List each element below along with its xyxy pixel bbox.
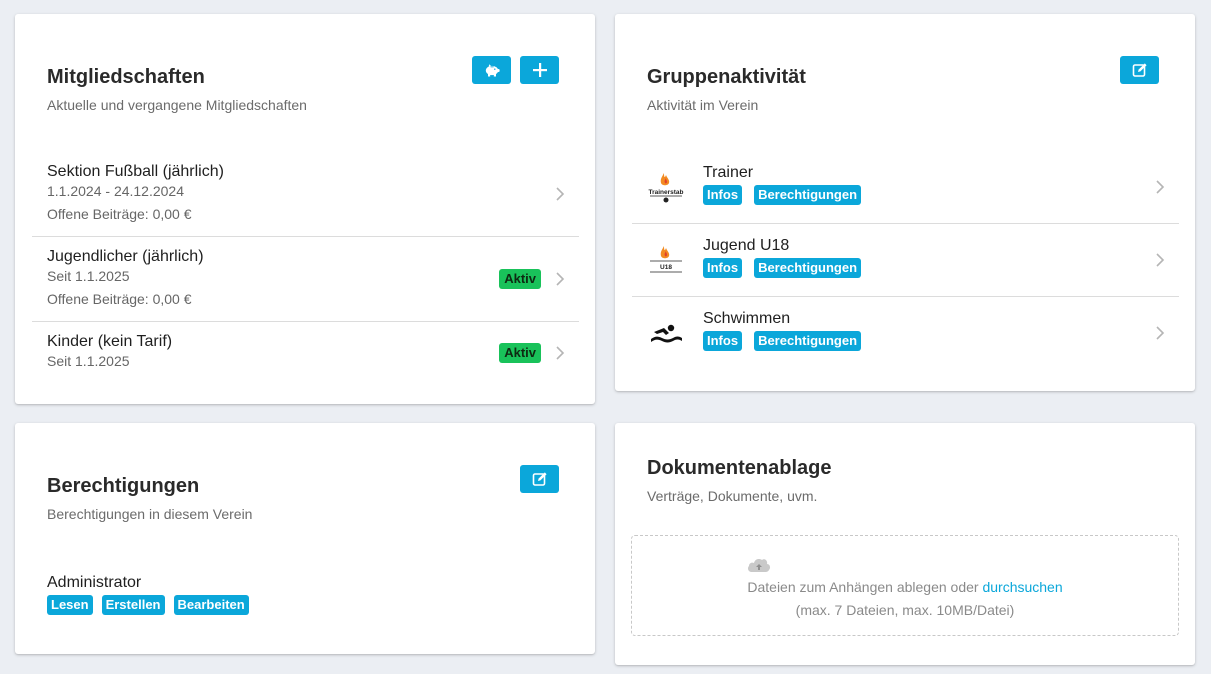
- u18-logo: U18: [647, 242, 685, 278]
- piggy-bank-icon: [484, 63, 500, 77]
- documents-subtitle: Verträge, Dokumente, uvm.: [647, 488, 818, 504]
- dropzone-limits: (max. 7 Dateien, max. 10MB/Datei): [795, 602, 1015, 618]
- permissions-title: Berechtigungen: [47, 475, 200, 497]
- permission-tags: Lesen Erstellen Bearbeiten: [47, 595, 249, 615]
- group-tags: Infos Berechtigungen: [703, 185, 862, 205]
- membership-row[interactable]: Sektion Fußball (jährlich) 1.1.2024 - 24…: [32, 151, 579, 237]
- swimmer-icon: [647, 315, 685, 351]
- edit-icon: [532, 471, 548, 487]
- permissions-card: Berechtigungen Berechtigungen in diesem …: [15, 423, 595, 654]
- group-row[interactable]: Schwimmen Infos Berechtigungen: [632, 297, 1179, 370]
- add-membership-button[interactable]: [520, 56, 559, 84]
- membership-row[interactable]: Kinder (kein Tarif) Seit 1.1.2025 Aktiv: [32, 322, 579, 384]
- memberships-title: Mitgliedschaften: [47, 66, 205, 88]
- chevron-right-icon: [1156, 253, 1165, 267]
- permissions-tag[interactable]: Berechtigungen: [754, 331, 862, 351]
- membership-dues: Offene Beiträge: 0,00 €: [47, 206, 192, 222]
- membership-dates: Seit 1.1.2025: [47, 268, 130, 284]
- chevron-right-icon: [1156, 180, 1165, 194]
- chevron-right-icon: [556, 187, 565, 201]
- group-tags: Infos Berechtigungen: [703, 331, 862, 351]
- group-row[interactable]: U18 Jugend U18 Infos Berechtigungen: [632, 224, 1179, 297]
- create-tag: Erstellen: [101, 595, 165, 615]
- group-row[interactable]: Trainerstab Trainer Infos Berechtigungen: [632, 151, 1179, 224]
- membership-title: Kinder (kein Tarif): [47, 333, 173, 350]
- edit-permissions-button[interactable]: [520, 465, 559, 493]
- membership-dates: 1.1.2024 - 24.12.2024: [47, 183, 185, 199]
- membership-dues: Offene Beiträge: 0,00 €: [47, 291, 192, 307]
- infos-tag[interactable]: Infos: [703, 331, 743, 351]
- read-tag: Lesen: [47, 595, 93, 615]
- membership-title: Jugendlicher (jährlich): [47, 248, 204, 265]
- plus-icon: [532, 63, 547, 77]
- trainerstab-logo: Trainerstab: [647, 169, 685, 205]
- svg-text:U18: U18: [660, 264, 672, 271]
- chevron-right-icon: [556, 346, 565, 360]
- permissions-subtitle: Berechtigungen in diesem Verein: [47, 506, 253, 522]
- groups-title: Gruppenaktivität: [647, 66, 806, 88]
- group-title: Trainer: [703, 164, 754, 181]
- memberships-subtitle: Aktuelle und vergangene Mitgliedschaften: [47, 97, 307, 113]
- svg-text:Trainerstab: Trainerstab: [648, 189, 683, 196]
- group-activity-card: Gruppenaktivität Aktivität im Verein Tra…: [615, 14, 1195, 391]
- documents-title: Dokumentenablage: [647, 457, 832, 479]
- infos-tag[interactable]: Infos: [703, 185, 743, 205]
- edit-tag: Bearbeiten: [173, 595, 249, 615]
- groups-subtitle: Aktivität im Verein: [647, 97, 759, 113]
- active-badge: Aktiv: [499, 343, 541, 363]
- edit-groups-button[interactable]: [1120, 56, 1159, 84]
- browse-link[interactable]: durchsuchen: [982, 579, 1062, 595]
- dropzone-instructions: Dateien zum Anhängen ablegen oder durchs…: [747, 579, 1063, 595]
- active-badge: Aktiv: [499, 269, 541, 289]
- permissions-tag[interactable]: Berechtigungen: [754, 185, 862, 205]
- infos-tag[interactable]: Infos: [703, 258, 743, 278]
- edit-icon: [1132, 62, 1148, 78]
- role-name: Administrator: [47, 574, 142, 591]
- cloud-upload-icon: [746, 556, 772, 574]
- group-title: Jugend U18: [703, 237, 790, 254]
- permissions-tag[interactable]: Berechtigungen: [754, 258, 862, 278]
- chevron-right-icon: [1156, 326, 1165, 340]
- documents-card: Dokumentenablage Verträge, Dokumente, uv…: [615, 423, 1195, 665]
- file-dropzone[interactable]: Dateien zum Anhängen ablegen oder durchs…: [631, 535, 1179, 636]
- group-title: Schwimmen: [703, 310, 791, 327]
- chevron-right-icon: [556, 272, 565, 286]
- group-tags: Infos Berechtigungen: [703, 258, 862, 278]
- memberships-card: Mitgliedschaften Aktuelle und vergangene…: [15, 14, 595, 404]
- payment-button[interactable]: [472, 56, 511, 84]
- membership-title: Sektion Fußball (jährlich): [47, 163, 224, 180]
- membership-row[interactable]: Jugendlicher (jährlich) Seit 1.1.2025 Of…: [32, 237, 579, 322]
- membership-dates: Seit 1.1.2025: [47, 353, 130, 369]
